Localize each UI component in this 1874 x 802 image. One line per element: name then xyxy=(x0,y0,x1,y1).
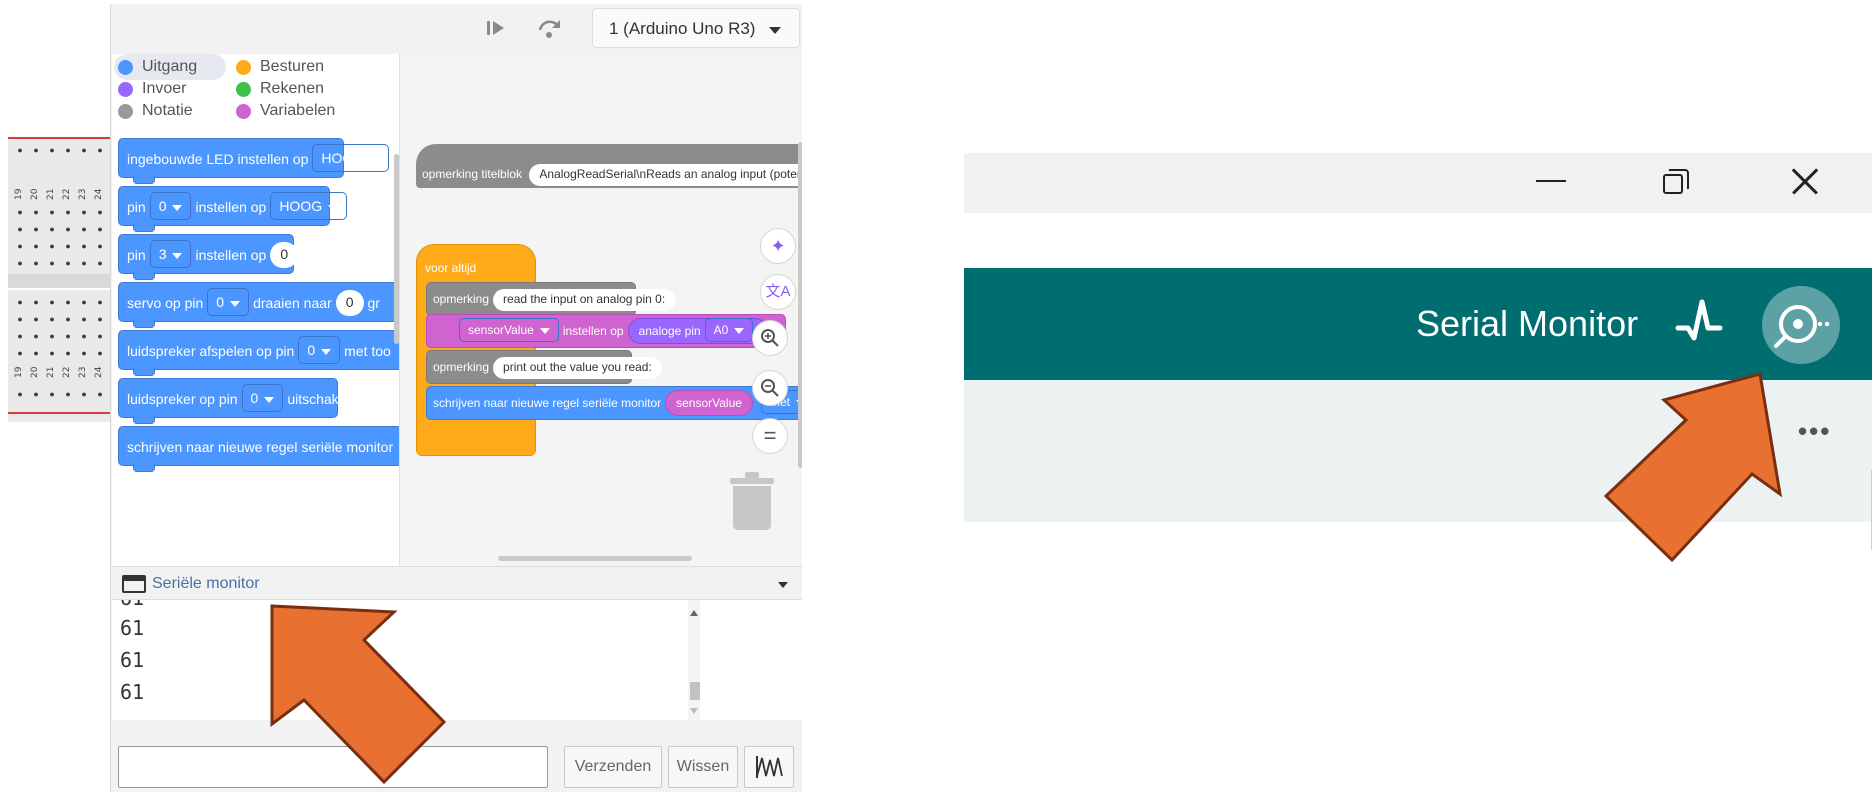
window-icon xyxy=(122,575,146,593)
step-run-icon[interactable] xyxy=(482,16,510,44)
translate-icon[interactable]: 文A xyxy=(760,274,796,310)
block-serial-write[interactable]: schrijven naar nieuwe regel seriële moni… xyxy=(118,426,399,472)
serial-monitor-label: Serial Monitor xyxy=(1416,303,1639,344)
workspace-hscrollbar[interactable] xyxy=(498,556,692,561)
dropdown[interactable]: sensorValue xyxy=(459,318,559,342)
dropdown[interactable]: HOOG xyxy=(270,192,348,221)
ai-sparkle-icon[interactable]: ✦ xyxy=(760,228,796,264)
serial-monitor-header[interactable]: Seriële monitor xyxy=(112,566,802,600)
block-speaker-play[interactable]: luidspreker afspelen op pin 0 met too xyxy=(118,330,399,376)
reset-zoom-icon[interactable]: = xyxy=(752,418,788,454)
code-workspace[interactable]: opmerking titelblok AnalogReadSerial\nRe… xyxy=(400,54,802,566)
serial-plotter-icon[interactable] xyxy=(1674,296,1724,348)
clear-button[interactable]: Wissen xyxy=(668,746,738,788)
variable-reporter[interactable]: sensorValue xyxy=(665,390,753,416)
chevron-down-icon xyxy=(769,27,781,34)
block-pin-analog[interactable]: pin 3 instellen op 0 xyxy=(118,234,299,280)
block-title-comment[interactable]: opmerking titelblok AnalogReadSerial\nRe… xyxy=(416,144,802,188)
send-button[interactable]: Verzenden xyxy=(564,746,662,788)
number-input[interactable]: 0 xyxy=(335,290,364,317)
block-builtin-led[interactable]: ingebouwde LED instellen op HOOG xyxy=(118,138,390,184)
power-rail xyxy=(8,137,110,139)
dropdown[interactable]: 3 xyxy=(149,240,192,269)
zoom-in-icon[interactable] xyxy=(752,320,788,356)
restore-icon[interactable] xyxy=(1663,174,1683,194)
serial-monitor-icon[interactable] xyxy=(1762,286,1840,364)
dropdown[interactable]: HOOG xyxy=(312,144,390,173)
palette-scrollbar[interactable] xyxy=(394,154,399,344)
annotation-arrow-left xyxy=(270,604,447,785)
chevron-down-icon[interactable] xyxy=(778,582,788,588)
breadboard[interactable]: 19 20 21 22 23 24 19 20 21 22 23 24 xyxy=(8,4,111,792)
comment-input[interactable]: AnalogReadSerial\nReads an analog input … xyxy=(529,164,802,186)
more-options-icon[interactable]: ••• xyxy=(1798,416,1831,447)
block-set-variable[interactable]: sensorValueinstellen opanaloge pinA0n xyxy=(426,314,786,348)
serial-line: 61 xyxy=(120,600,144,610)
graph-icon[interactable] xyxy=(744,746,794,788)
serial-line: 61 xyxy=(120,680,145,704)
trash-icon[interactable] xyxy=(730,472,774,530)
category-notatie[interactable]: Notatie xyxy=(114,98,193,124)
comment-input[interactable]: read the input on analog pin 0: xyxy=(493,289,676,311)
block-serial-write[interactable]: schrijven naar nieuwe regel seriële moni… xyxy=(426,386,802,420)
workspace-vscrollbar[interactable] xyxy=(798,142,802,468)
block-speaker-off[interactable]: luidspreker op pin 0 uitschakelen xyxy=(118,378,365,424)
serial-scrollbar[interactable] xyxy=(688,600,700,720)
block-comment[interactable]: opmerking print out the value you read: xyxy=(426,350,662,384)
block-pin-set[interactable]: pin 0 instellen op HOOG xyxy=(118,186,348,232)
window-titlebar xyxy=(964,153,1872,213)
serial-line: 61 xyxy=(120,616,145,640)
block-palette: Uitgang Besturen Invoer Rekenen Notatie … xyxy=(112,54,400,566)
dropdown[interactable]: A0 xyxy=(704,318,754,342)
analog-read-reporter[interactable]: analoge pin A0 xyxy=(627,318,769,344)
annotation-arrow-right xyxy=(1603,372,1783,563)
category-variabelen[interactable]: Variabelen xyxy=(232,98,335,124)
step-over-icon[interactable] xyxy=(536,16,564,44)
power-rail xyxy=(8,412,110,414)
number-input[interactable]: 0 xyxy=(270,242,299,269)
block-servo[interactable]: servo op pin 0 draaien naar 0 gr xyxy=(118,282,399,328)
zoom-out-icon[interactable] xyxy=(752,370,788,406)
dropdown[interactable]: 0 xyxy=(298,336,341,365)
dropdown[interactable]: 0 xyxy=(149,192,192,221)
serial-line: 61 xyxy=(120,648,145,672)
board-select[interactable]: 1 (Arduino Uno R3) xyxy=(592,8,800,48)
minimize-icon[interactable] xyxy=(1536,180,1566,182)
comment-input[interactable]: print out the value you read: xyxy=(493,357,662,379)
code-toolbar: 1 (Arduino Uno R3) xyxy=(112,4,802,54)
dropdown[interactable]: 0 xyxy=(241,384,284,413)
dropdown[interactable]: 0 xyxy=(207,288,250,317)
block-comment[interactable]: opmerking read the input on analog pin 0: xyxy=(426,282,676,316)
